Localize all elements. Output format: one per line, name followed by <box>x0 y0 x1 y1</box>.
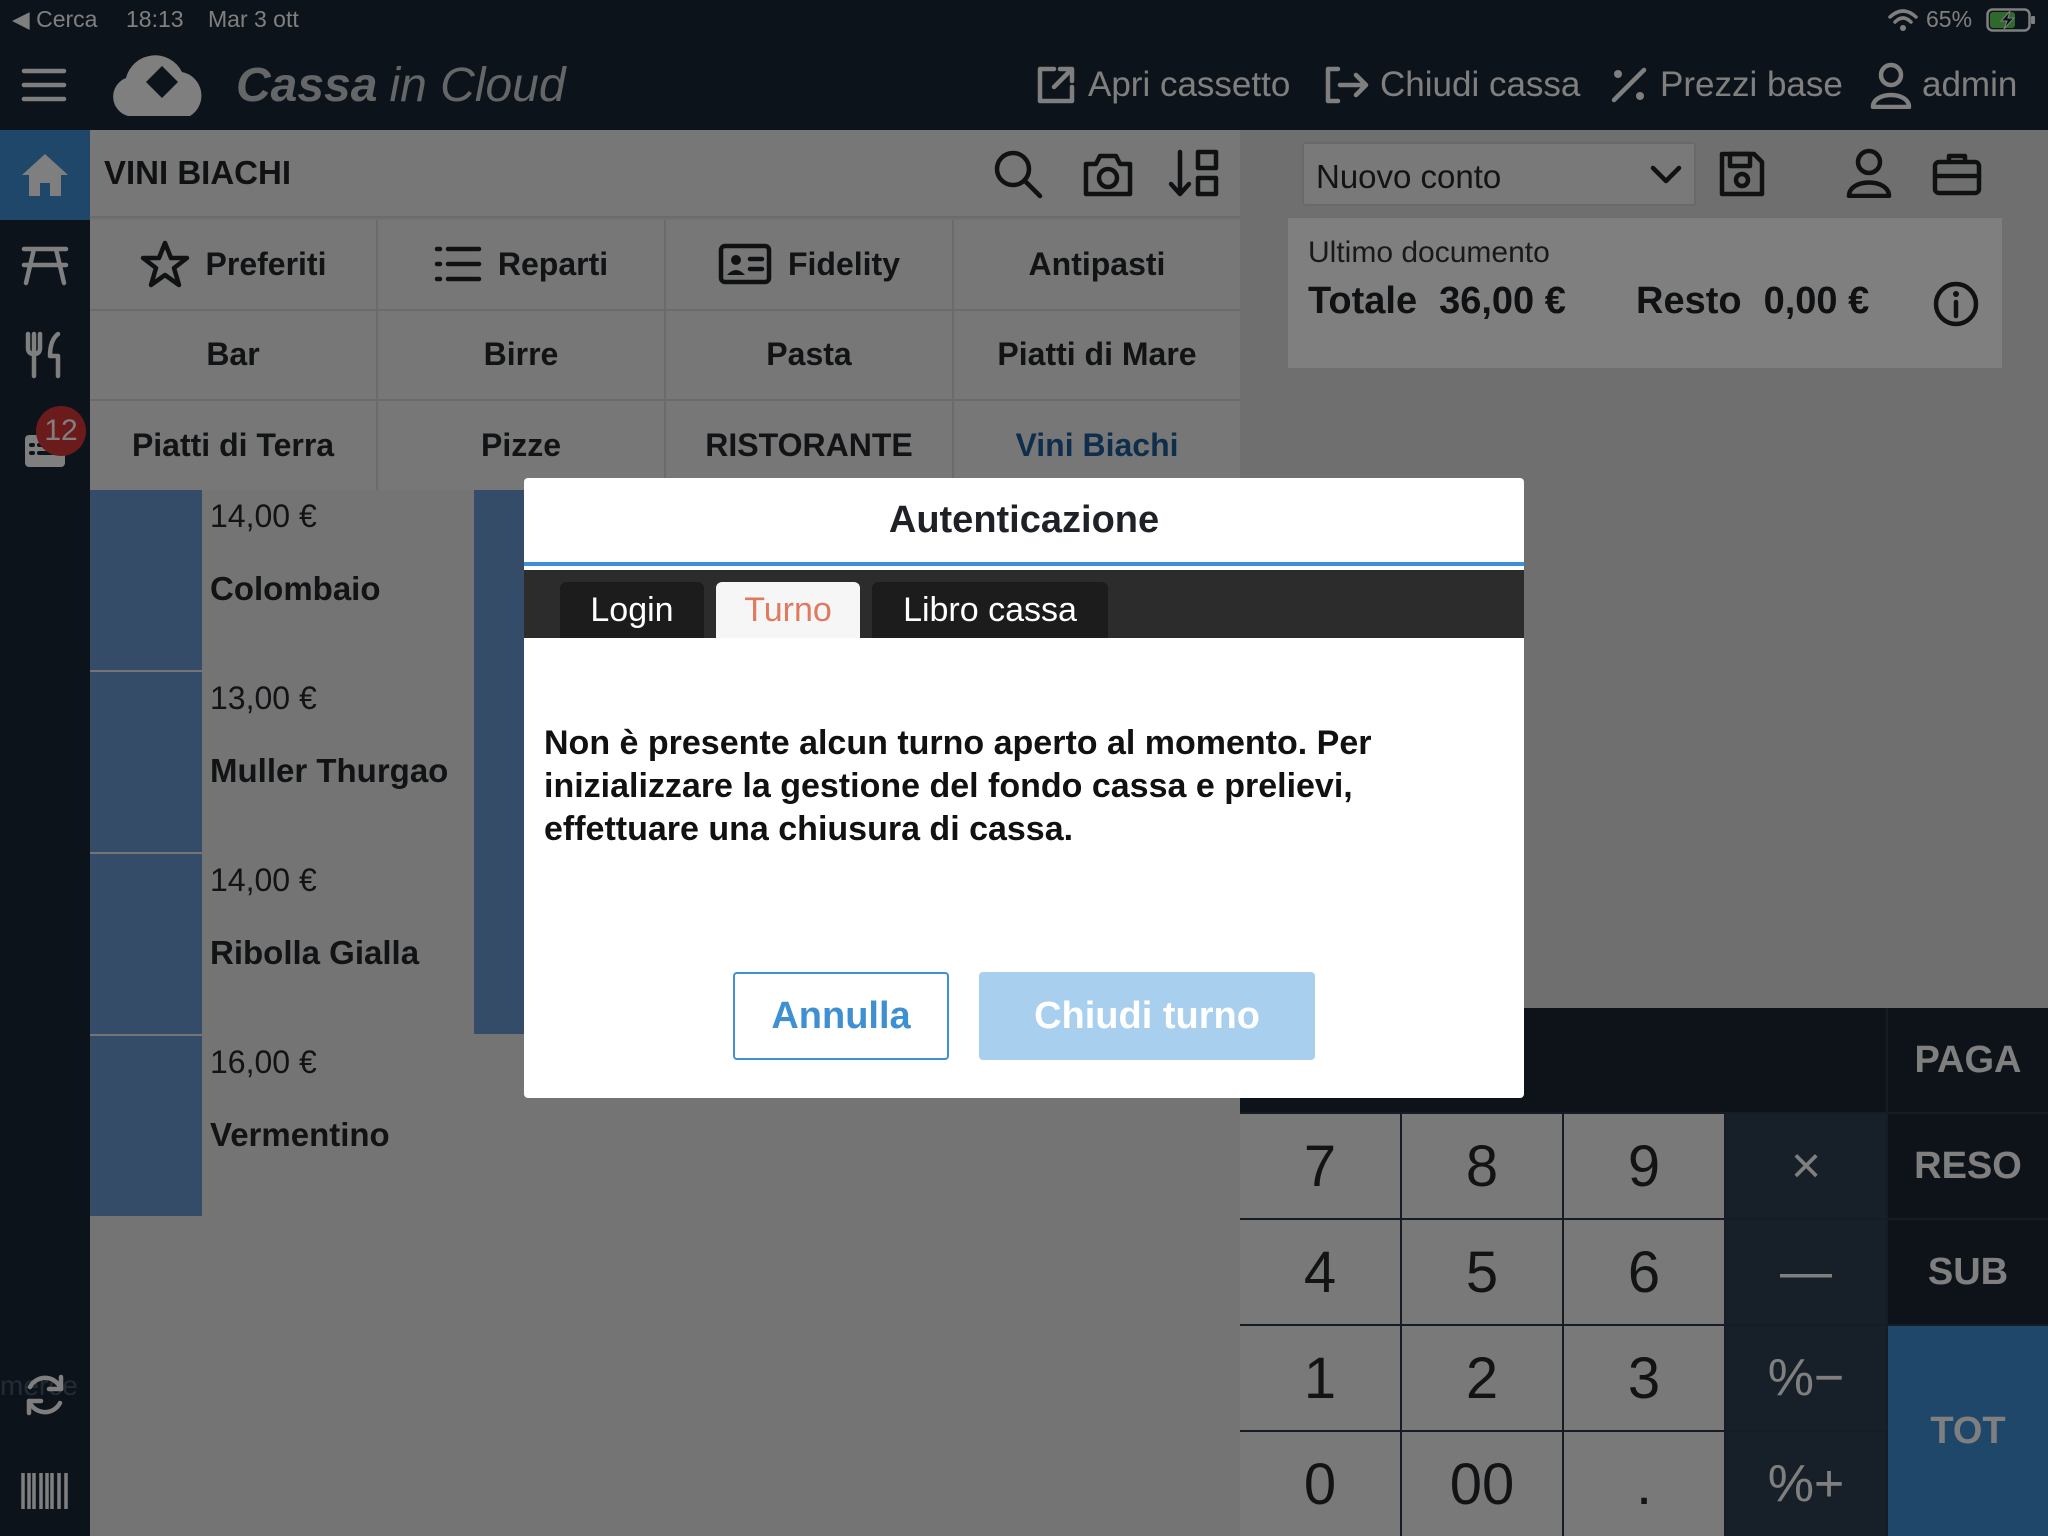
tab-login[interactable]: Login <box>560 582 704 638</box>
tab-turno[interactable]: Turno <box>716 582 860 638</box>
auth-dialog: Autenticazione Login Turno Libro cassa N… <box>524 478 1524 1098</box>
dialog-tabs: Login Turno Libro cassa <box>524 570 1524 638</box>
cancel-button[interactable]: Annulla <box>733 972 949 1060</box>
close-shift-button[interactable]: Chiudi turno <box>979 972 1315 1060</box>
dialog-message: Non è presente alcun turno aperto al mom… <box>544 724 1372 848</box>
tab-libro-cassa[interactable]: Libro cassa <box>872 582 1108 638</box>
dialog-title: Autenticazione <box>524 478 1524 566</box>
